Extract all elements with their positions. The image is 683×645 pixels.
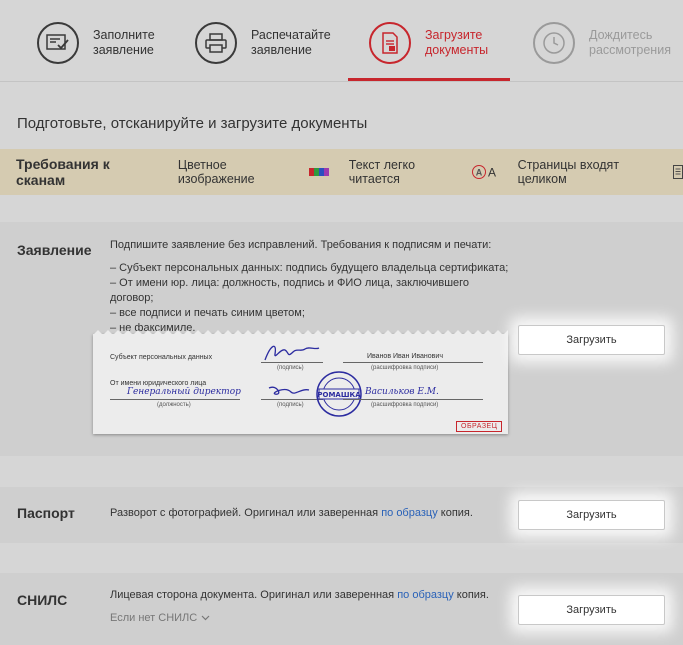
upload-passport-button[interactable]: Загрузить [518,500,665,530]
step-label: Распечатайте заявление [251,28,331,57]
printer-icon [205,33,227,53]
sample-signature-caption: (подпись) [277,365,304,371]
step-label: Загрузите документы [425,28,489,57]
upload-document-icon [382,32,398,54]
section-title: Заявление [17,242,92,258]
page-icon [673,165,683,179]
sample-org-label: От имени юридического лица [110,380,207,387]
step-label: Дождитесь рассмотрения [589,28,671,57]
step-upload-documents: Загрузите документы [369,0,519,82]
upload-snils-button[interactable]: Загрузить [518,595,665,625]
svg-text:A: A [475,168,482,178]
progress-stepper: Заполните заявление Распечатайте заявлен… [0,0,683,82]
section-snils: СНИЛС Лицевая сторона документа. Оригина… [0,573,683,645]
page-title: Подготовьте, отсканируйте и загрузите до… [17,115,368,132]
requirement-readable: Текст легко читается A A [348,158,498,186]
sample-name-caption: (расшифровка подписи) [371,402,439,408]
statement-requirements: Подпишите заявление без исправлений. Тре… [110,239,509,334]
clock-icon [543,32,565,54]
snils-description: Лицевая сторона документа. Оригинал или … [110,589,489,601]
stamp-text: РОМАШКА [317,391,361,399]
svg-text:A: A [488,166,496,180]
section-statement: Заявление Подпишите заявление без исправ… [0,222,683,456]
torn-edge [93,330,508,335]
section-title: Паспорт [17,505,75,521]
sample-name-caption: (расшифровка подписи) [371,365,439,371]
scan-requirements-bar: Требования к сканам Цветное изображение … [0,149,683,195]
requirement-color: Цветное изображение [178,158,329,186]
sample-link[interactable]: по образцу [381,507,438,519]
step-wait-review: Дождитесь рассмотрения [533,0,683,82]
section-passport: Паспорт Разворот с фотографией. Оригинал… [0,487,683,543]
font-size-icon: A A [471,164,498,180]
sample-position-caption: (должность) [157,402,191,408]
requirement-full-page: Страницы входят целиком [518,158,683,186]
signature-scribble [264,345,320,361]
no-snils-toggle[interactable]: Если нет СНИЛС [110,612,210,624]
sample-org-name-value: Васильков Е.М. [365,387,439,397]
section-title: СНИЛС [17,592,68,608]
sample-signature-caption: (подпись) [277,402,304,408]
chevron-down-icon [201,615,210,621]
step-print-form: Распечатайте заявление [195,0,345,82]
active-step-underline [348,78,510,81]
color-swatch-icon [308,168,329,176]
form-check-icon [46,34,69,50]
sample-position-value: Генеральный директор [127,387,241,397]
sample-name-value: Иванов Иван Иванович [367,353,443,360]
sample-badge: ОБРАЗЕЦ [456,421,503,432]
statement-sample-image: Субъект персональных данных (подпись) Ив… [93,330,508,434]
company-seal-icon: РОМАШКА [316,371,362,417]
step-fill-form: Заполните заявление [37,0,187,82]
requirements-title: Требования к сканам [16,156,110,188]
step-label: Заполните заявление [93,28,155,57]
sample-link[interactable]: по образцу [397,589,454,601]
upload-statement-button[interactable]: Загрузить [518,325,665,355]
sample-subject-label: Субъект персональных данных [110,354,213,361]
passport-description: Разворот с фотографией. Оригинал или зав… [110,507,473,519]
